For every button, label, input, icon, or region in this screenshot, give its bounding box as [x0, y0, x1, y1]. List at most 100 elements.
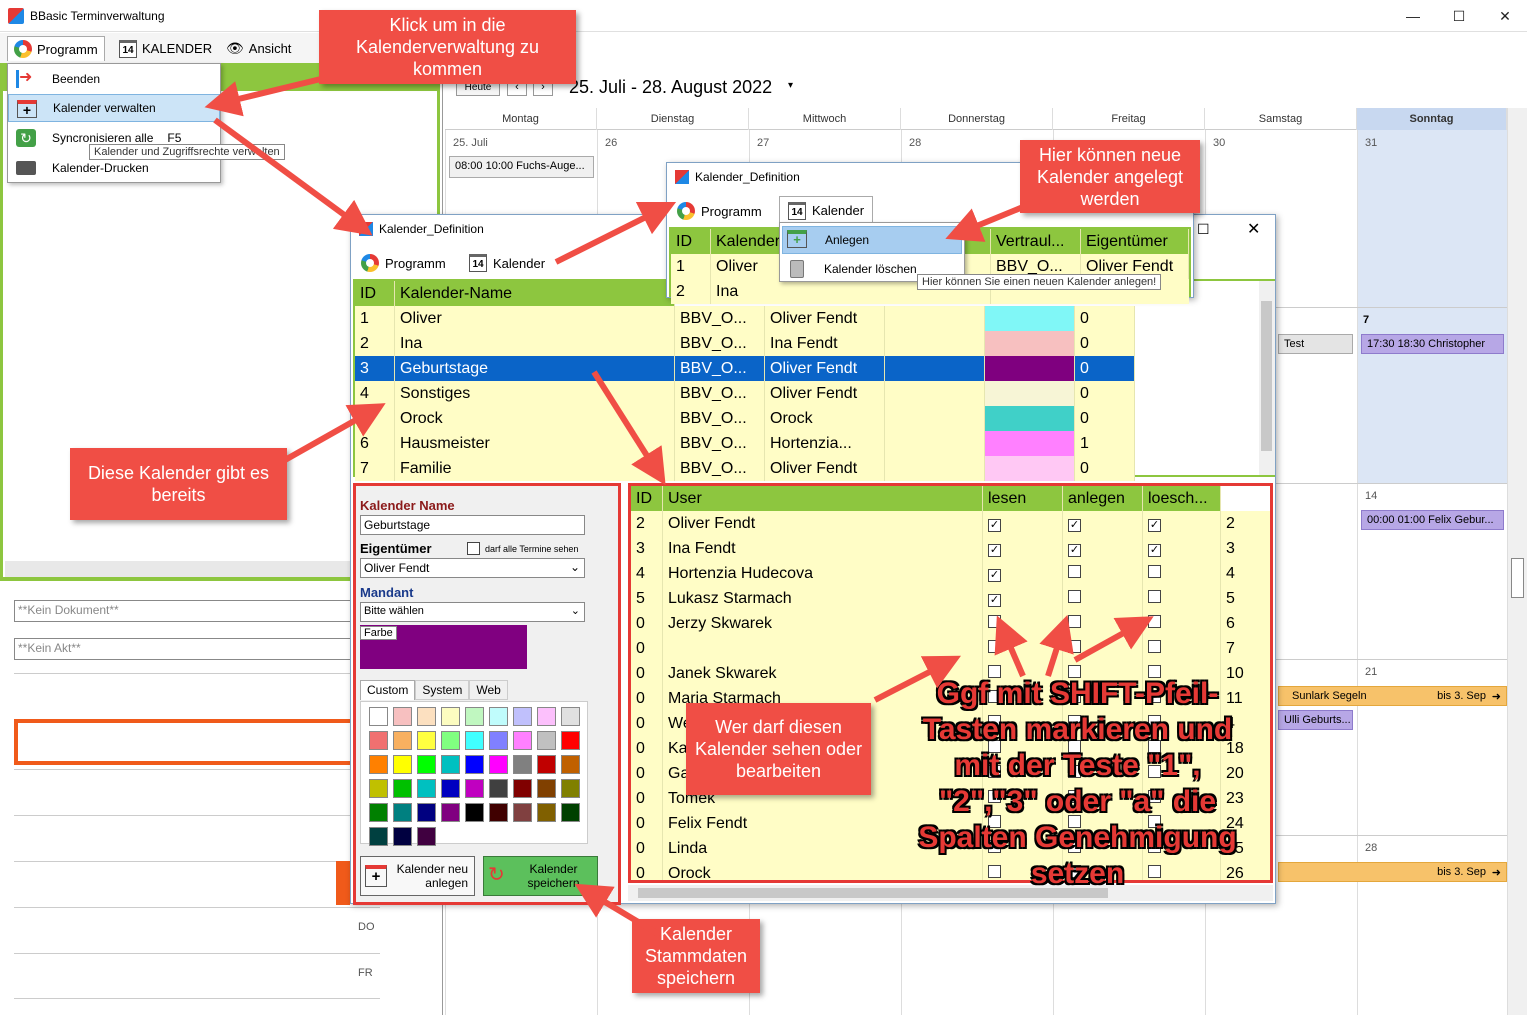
color-swatch[interactable]: [393, 755, 412, 774]
owner-select[interactable]: Oliver Fendt ⌄: [360, 558, 585, 578]
color-swatch[interactable]: [393, 707, 412, 726]
lesen-checkbox[interactable]: [988, 615, 1001, 628]
col-eigentuemer[interactable]: Eigentümer: [1081, 229, 1189, 254]
anlegen-checkbox[interactable]: ✓: [1068, 544, 1081, 557]
table-row[interactable]: 2 Oliver Fendt ✓ ✓ ✓ 2: [631, 511, 1270, 536]
color-swatch[interactable]: [465, 803, 484, 822]
color-swatch[interactable]: [465, 731, 484, 750]
table-row[interactable]: 7 Familie BBV_O... Oliver Fendt 0: [355, 456, 1135, 481]
calendar-event[interactable]: Sunlark Segeln bis 3. Sep ➜: [1278, 686, 1507, 706]
kalender-name-input[interactable]: Geburtstage: [360, 515, 585, 535]
anlegen-checkbox[interactable]: [1068, 615, 1081, 628]
mandant-select[interactable]: Bitte wählen ⌄: [360, 602, 585, 622]
new-calendar-button[interactable]: + Kalender neu anlegen: [360, 856, 475, 896]
chevron-down-icon[interactable]: ▾: [788, 80, 793, 91]
color-swatch[interactable]: [393, 803, 412, 822]
col-id[interactable]: ID: [671, 229, 711, 254]
table-row[interactable]: 0 Jerzy Skwarek 6: [631, 611, 1270, 636]
color-swatch[interactable]: [393, 779, 412, 798]
loeschen-checkbox[interactable]: [1148, 590, 1161, 603]
lesen-checkbox[interactable]: ✓: [988, 544, 1001, 557]
color-swatch[interactable]: [369, 779, 388, 798]
lesen-checkbox[interactable]: ✓: [988, 594, 1001, 607]
color-swatch[interactable]: [489, 755, 508, 774]
loeschen-checkbox[interactable]: ✓: [1148, 544, 1161, 557]
color-swatch[interactable]: [393, 731, 412, 750]
col-vertraulich[interactable]: Vertraul...: [991, 229, 1081, 254]
table-row[interactable]: 07: [631, 636, 1270, 661]
color-swatch[interactable]: [513, 803, 532, 822]
table-row[interactable]: 4 Sonstiges BBV_O... Oliver Fendt 0: [355, 381, 1135, 406]
loeschen-checkbox[interactable]: [1148, 615, 1161, 628]
color-swatch[interactable]: [417, 755, 436, 774]
menu-ansicht[interactable]: 👁 Ansicht: [220, 36, 297, 61]
color-swatch[interactable]: [441, 731, 460, 750]
color-swatch[interactable]: [441, 803, 460, 822]
tab-web[interactable]: Web: [469, 680, 508, 700]
color-swatch[interactable]: [369, 827, 388, 846]
window-menu-kalender[interactable]: 14 Kalender: [779, 196, 874, 224]
loeschen-checkbox[interactable]: [1148, 640, 1161, 653]
color-swatch[interactable]: [489, 803, 508, 822]
color-swatch[interactable]: [513, 755, 532, 774]
color-swatch[interactable]: [537, 779, 556, 798]
anlegen-checkbox[interactable]: [1068, 640, 1081, 653]
color-swatch[interactable]: [465, 707, 484, 726]
menu-kalender[interactable]: 14 KALENDER: [113, 36, 218, 61]
col-name[interactable]: Kalender-Name: [395, 281, 675, 306]
owner-see-all-checkbox[interactable]: [467, 542, 480, 555]
color-swatch[interactable]: [561, 731, 580, 750]
color-swatch[interactable]: [417, 803, 436, 822]
lesen-checkbox[interactable]: ✓: [988, 569, 1001, 582]
color-swatch[interactable]: [513, 779, 532, 798]
color-swatch[interactable]: [465, 755, 484, 774]
color-swatch[interactable]: [441, 755, 460, 774]
anlegen-checkbox[interactable]: ✓: [1068, 519, 1081, 532]
table-row[interactable]: 4 Hortenzia Hudecova ✓ 4: [631, 561, 1270, 586]
color-swatch[interactable]: [561, 779, 580, 798]
color-swatch[interactable]: [561, 707, 580, 726]
calendar-event[interactable]: 08:00 10:00 Fuchs-Auge...: [449, 156, 594, 178]
table-row[interactable]: 1 Oliver BBV_O... Oliver Fendt 0: [355, 306, 1135, 331]
maximize-button[interactable]: ☐: [1436, 4, 1482, 28]
tab-custom[interactable]: Custom: [360, 680, 416, 700]
calendar-event[interactable]: Ulli Geburts...: [1278, 710, 1353, 730]
save-calendar-button[interactable]: ↻ Kalender speichern: [483, 856, 598, 896]
color-swatch[interactable]: [489, 731, 508, 750]
color-swatch[interactable]: [369, 707, 388, 726]
scroll-thumb[interactable]: [1261, 301, 1272, 451]
color-swatch[interactable]: [369, 803, 388, 822]
grid-scrollbar[interactable]: [1259, 281, 1275, 475]
calendar-event[interactable]: Test: [1278, 334, 1353, 354]
color-swatch[interactable]: [513, 707, 532, 726]
loeschen-checkbox[interactable]: [1148, 565, 1161, 578]
col-anlegen[interactable]: anlegen: [1063, 486, 1143, 511]
color-swatch[interactable]: [561, 803, 580, 822]
highlight-field[interactable]: [14, 719, 354, 765]
col-loeschen[interactable]: loesch...: [1143, 486, 1221, 511]
table-row[interactable]: 6 Hausmeister BBV_O... Hortenzia... 1: [355, 431, 1135, 456]
color-swatch[interactable]: [417, 827, 436, 846]
color-swatch[interactable]: [369, 755, 388, 774]
color-swatch[interactable]: [417, 779, 436, 798]
window-menu-programm[interactable]: Programm: [353, 249, 454, 277]
col-lesen[interactable]: lesen: [983, 486, 1063, 511]
color-swatch[interactable]: [537, 803, 556, 822]
win1-max-button[interactable]: ☐: [1197, 221, 1210, 238]
table-row[interactable]: 2 Ina BBV_O... Ina Fendt 0: [355, 331, 1135, 356]
color-swatch[interactable]: [537, 731, 556, 750]
calendar-event[interactable]: 17:30 18:30 Christopher: [1361, 334, 1504, 354]
color-swatch[interactable]: [441, 779, 460, 798]
table-row[interactable]: 5 Lukasz Starmach ✓ 5: [631, 586, 1270, 611]
akt-field[interactable]: **Kein Akt**: [14, 638, 354, 660]
col-id[interactable]: ID: [631, 486, 663, 511]
calendar-event[interactable]: bis 3. Sep ➜: [1278, 862, 1507, 882]
color-swatch[interactable]: [393, 827, 412, 846]
color-swatch[interactable]: [489, 707, 508, 726]
calendar-event[interactable]: 00:00 01:00 Felix Gebur...: [1361, 510, 1504, 530]
color-swatch[interactable]: [441, 707, 460, 726]
col-id[interactable]: ID: [355, 281, 395, 306]
calendar-scrollbar[interactable]: [1507, 108, 1527, 1015]
table-row[interactable]: 3 Ina Fendt ✓ ✓ ✓ 3: [631, 536, 1270, 561]
tab-system[interactable]: System: [415, 680, 470, 700]
